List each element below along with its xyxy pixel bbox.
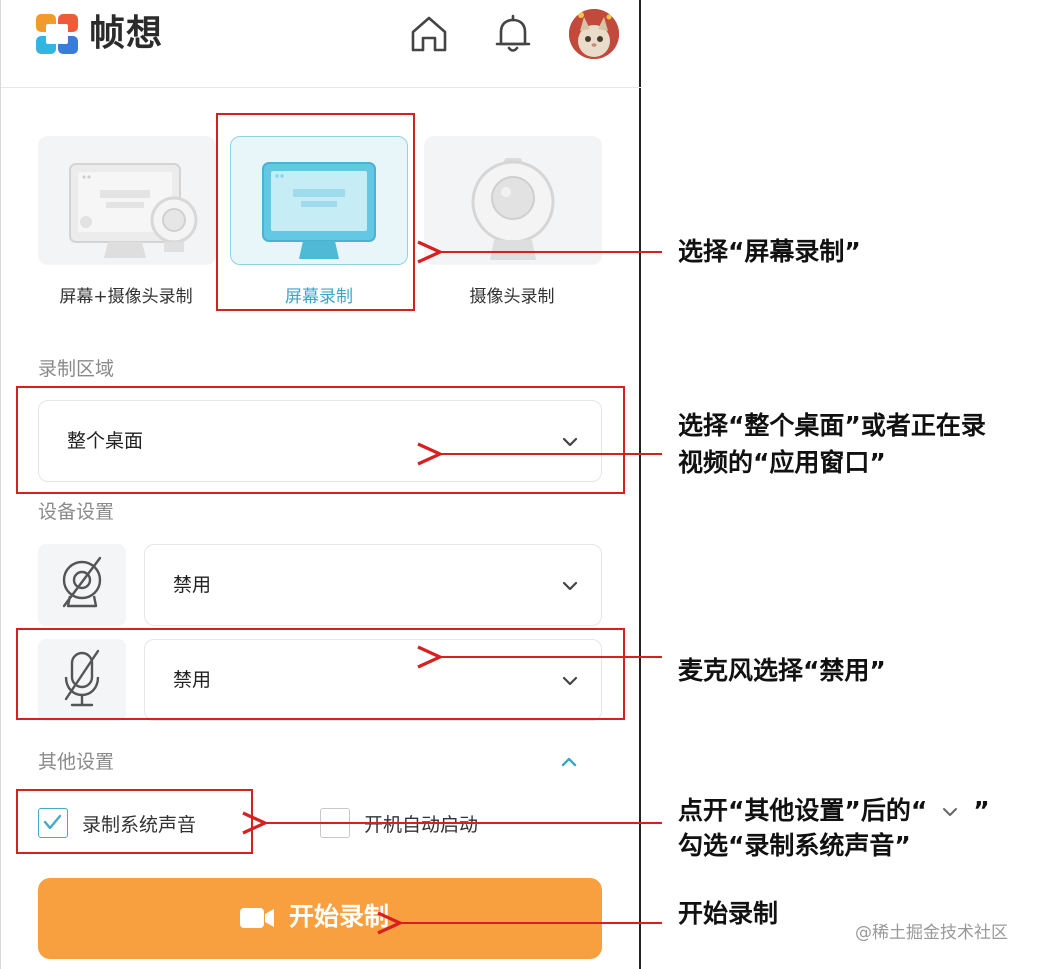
mode-label-screen-camera: 屏幕+摄像头录制 [59, 287, 193, 307]
mode-label-camera: 摄像头录制 [469, 287, 555, 307]
camera-value: 禁用 [173, 574, 212, 596]
monitor-camera-icon [69, 163, 198, 258]
camera-select[interactable]: 禁用 [144, 544, 602, 626]
app-header: 帧想 [1, 0, 642, 88]
annotation-select-area-line2: 视频的“应用窗口” [678, 448, 886, 477]
avatar[interactable] [569, 9, 619, 59]
chevron-down-icon [562, 581, 578, 591]
webcam-icon [471, 158, 555, 260]
start-recording-label: 开始录制 [289, 902, 390, 931]
mode-card-screen-camera[interactable] [38, 136, 216, 265]
camera-disabled-icon [62, 556, 102, 608]
annotation-select-area-line1: 选择“整个桌面”或者正在录 [678, 411, 986, 440]
camera-icon-box [38, 544, 126, 626]
app-logo-icon [36, 14, 78, 54]
annotation-other-line1-a: 点开“其他设置”后的“ [678, 796, 928, 825]
annotation-select-screen: 选择“屏幕录制” [678, 237, 861, 266]
auto-start-label: 开机自动启动 [364, 814, 479, 836]
annotation-mic-disable: 麦克风选择“禁用” [678, 656, 886, 685]
annotation-other-line1: 点开“其他设置”后的“ ” [678, 794, 990, 828]
annotation-other-line2: 勾选“录制系统声音” [678, 831, 911, 860]
bell-icon[interactable] [491, 12, 535, 56]
mode-card-camera[interactable] [424, 136, 602, 265]
record-area-title: 录制区域 [38, 358, 115, 380]
highlight-microphone [16, 628, 625, 720]
app-brand: 帧想 [89, 13, 164, 54]
highlight-system-audio [16, 789, 253, 854]
other-settings-title: 其他设置 [38, 751, 115, 773]
chevron-up-icon[interactable] [560, 756, 578, 768]
chevron-down-icon [943, 808, 958, 816]
device-settings-title: 设备设置 [38, 501, 115, 523]
highlight-screen-mode [216, 113, 415, 311]
auto-start-checkbox[interactable] [320, 808, 350, 838]
annotation-start: 开始录制 [678, 899, 779, 928]
annotation-other-line1-b: ” [973, 796, 990, 825]
watermark: @稀土掘金技术社区 [855, 923, 1008, 943]
highlight-record-area [16, 386, 625, 494]
home-icon[interactable] [407, 12, 451, 56]
video-camera-icon [240, 908, 274, 928]
cat-avatar-icon [569, 9, 619, 59]
